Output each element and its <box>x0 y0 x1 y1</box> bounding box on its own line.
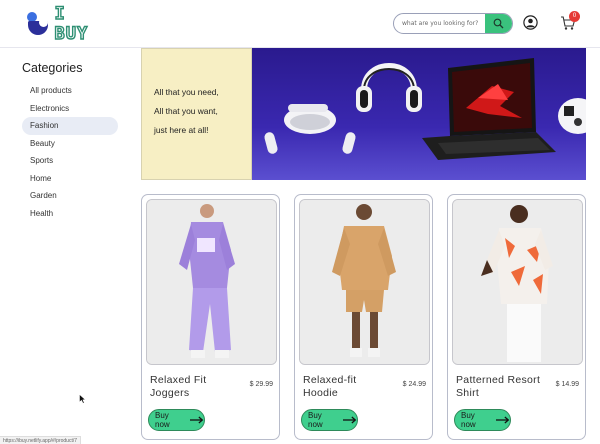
buy-now-button[interactable]: Buy now <box>301 409 358 431</box>
arrow-right-icon <box>343 416 357 424</box>
banner-image <box>252 48 586 180</box>
cart-count-badge: 0 <box>569 11 580 22</box>
category-list: All products Electronics Fashion Beauty … <box>22 82 118 222</box>
product-card[interactable]: Relaxed Fit Joggers $ 29.99 Buy now <box>141 194 280 440</box>
game-controller-image <box>558 98 586 134</box>
buy-now-label: Buy now <box>308 411 323 429</box>
top-navbar: I BUY 0 <box>0 0 600 48</box>
product-image-joggers[interactable] <box>146 199 277 365</box>
product-price: $ 24.99 <box>402 381 426 388</box>
vr-headset-image <box>264 104 356 154</box>
promo-banner: All that you need, All that you want, ju… <box>141 48 586 180</box>
category-item-home[interactable]: Home <box>22 170 118 188</box>
banner-line: All that you need, <box>154 87 219 97</box>
buy-now-label: Buy now <box>461 411 476 429</box>
search-button[interactable] <box>485 14 512 33</box>
category-item-beauty[interactable]: Beauty <box>22 135 118 153</box>
product-image-resort-shirt[interactable] <box>452 199 583 365</box>
arrow-right-icon <box>496 416 510 424</box>
product-name[interactable]: Patterned Resort Shirt <box>456 374 541 400</box>
banner-line: just here at all! <box>154 125 209 135</box>
category-item-sports[interactable]: Sports <box>22 152 118 170</box>
banner-tagline: All that you need, All that you want, ju… <box>154 83 250 140</box>
product-card[interactable]: Patterned Resort Shirt $ 14.99 Buy now <box>447 194 586 440</box>
search-icon <box>493 18 504 29</box>
user-account-icon[interactable] <box>523 15 538 30</box>
search-input[interactable] <box>394 14 486 33</box>
banner-line: All that you want, <box>154 106 218 116</box>
categories-heading-text: Categories <box>22 61 83 75</box>
product-name[interactable]: Relaxed-fit Hoodie <box>303 374 388 400</box>
product-image-hoodie[interactable] <box>299 199 430 365</box>
category-item-garden[interactable]: Garden <box>22 187 118 205</box>
category-item-electronics[interactable]: Electronics <box>22 100 118 118</box>
logo-icon <box>27 12 48 36</box>
app-page: I BUY 0 Categories All pro <box>0 0 600 444</box>
category-item-all-products[interactable]: All products <box>22 82 118 100</box>
buy-now-button[interactable]: Buy now <box>148 409 205 431</box>
laptop-image <box>422 58 556 160</box>
headphones-image <box>356 63 422 112</box>
brand-logo[interactable]: I BUY <box>27 3 107 45</box>
buy-now-label: Buy now <box>155 411 170 429</box>
product-card[interactable]: Relaxed-fit Hoodie $ 24.99 Buy now <box>294 194 433 440</box>
arrow-right-icon <box>190 416 204 424</box>
product-price: $ 29.99 <box>249 381 273 388</box>
brand-name: I BUY <box>54 3 89 44</box>
category-item-fashion[interactable]: Fashion <box>22 117 118 135</box>
buy-now-button[interactable]: Buy now <box>454 409 511 431</box>
product-price: $ 14.99 <box>555 381 579 388</box>
banner-text-panel: All that you need, All that you want, ju… <box>141 48 252 180</box>
product-name[interactable]: Relaxed Fit Joggers <box>150 374 235 400</box>
browser-status-url: https://ibuy.netlify.app/#/product/7 <box>0 436 82 444</box>
categories-heading: Categories <box>22 61 110 76</box>
mouse-cursor-icon <box>79 394 86 404</box>
category-item-health[interactable]: Health <box>22 205 118 223</box>
search-bar <box>393 13 513 34</box>
